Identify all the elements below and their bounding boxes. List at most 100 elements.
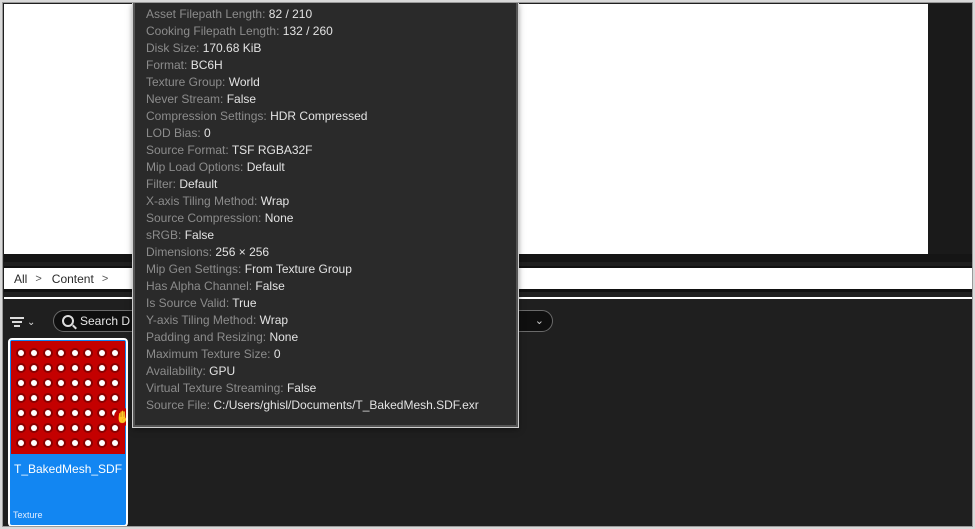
tooltip-row-key: Mip Gen Settings: (146, 262, 242, 276)
thumbnail-glyph (85, 349, 92, 356)
tooltip-row-value: False (184, 228, 215, 242)
tooltip-row-key: Maximum Texture Size: (146, 347, 271, 361)
thumbnail-glyph (31, 440, 38, 447)
thumbnail-glyph (112, 364, 119, 371)
chevron-down-icon[interactable]: ⌄ (535, 314, 544, 327)
thumbnail-glyph (71, 440, 78, 447)
tooltip-row-key: Dimensions: (146, 245, 213, 259)
thumbnail-glyph (98, 379, 105, 386)
tooltip-row-value: True (232, 296, 257, 310)
tooltip-row: Mip Gen Settings: From Texture Group (146, 261, 479, 278)
tooltip-row-key: Texture Group: (146, 75, 226, 89)
thumbnail-glyph (44, 379, 51, 386)
tooltip-row-key: Cooking Filepath Length: (146, 24, 280, 38)
tooltip-row: Disk Size: 170.68 KiB (146, 40, 479, 57)
tooltip-row-value: 170.68 KiB (202, 41, 262, 55)
asset-name: T_BakedMesh_SDF (14, 462, 123, 476)
thumbnail-glyph (31, 410, 38, 417)
tooltip-row-key: Is Source Valid: (146, 296, 230, 310)
tooltip-row-key: Virtual Texture Streaming: (146, 381, 284, 395)
tooltip-row-value: 82 / 210 (268, 7, 313, 21)
thumbnail-glyph (85, 364, 92, 371)
tooltip-property-list: Asset Filepath Length: 82 / 210 Cooking F… (146, 6, 479, 414)
tooltip-row-value: HDR Compressed (270, 109, 368, 123)
tooltip-row-key: Compression Settings: (146, 109, 267, 123)
thumbnail-glyph (17, 364, 24, 371)
search-placeholder: Search D (80, 314, 131, 328)
asset-tile[interactable]: ✋ T_BakedMesh_SDF Texture (8, 338, 128, 526)
thumbnail-glyph (17, 394, 24, 401)
thumbnail-glyph (44, 349, 51, 356)
thumbnail-glyph (98, 394, 105, 401)
tooltip-row-value: 0 (204, 126, 211, 140)
tooltip-row: Cooking Filepath Length: 132 / 260 (146, 23, 479, 40)
tooltip-row-key: LOD Bias: (146, 126, 201, 140)
thumbnail-glyph (112, 349, 119, 356)
tooltip-row: Source Format: TSF RGBA32F (146, 142, 479, 159)
tooltip-row-value: None (264, 211, 294, 225)
tooltip-row: Asset Filepath Length: 82 / 210 (146, 6, 479, 23)
tooltip-row: Format: BC6H (146, 57, 479, 74)
tooltip-row-key: Format: (146, 58, 188, 72)
thumbnail-glyph (58, 440, 65, 447)
tooltip-row-key: Source File: (146, 398, 211, 412)
tooltip-row: sRGB: False (146, 227, 479, 244)
tooltip-row-key: Never Stream: (146, 92, 224, 106)
tooltip-row-key: Source Compression: (146, 211, 262, 225)
tooltip-row-value: False (226, 92, 257, 106)
thumbnail-glyph (44, 440, 51, 447)
tooltip-row: Filter: Default (146, 176, 479, 193)
tooltip-row-value: GPU (209, 364, 236, 378)
breadcrumb-item-content[interactable]: Content (52, 272, 94, 286)
tooltip-row-key: Y-axis Tiling Method: (146, 313, 257, 327)
tooltip-row: Is Source Valid: True (146, 295, 479, 312)
thumbnail-glyph (71, 394, 78, 401)
filter-button[interactable]: ⌄ (10, 313, 44, 331)
tooltip-row-key: Asset Filepath Length: (146, 7, 266, 21)
thumbnail-glyph (17, 349, 24, 356)
thumbnail-glyph (112, 379, 119, 386)
thumbnail-glyph (71, 425, 78, 432)
tooltip-row-key: Padding and Resizing: (146, 330, 267, 344)
thumbnail-glyph (44, 425, 51, 432)
tooltip-row-key: Filter: (146, 177, 176, 191)
thumbnail-glyph (98, 440, 105, 447)
tooltip-row-key: Source Format: (146, 143, 229, 157)
thumbnail-glyph (71, 349, 78, 356)
thumbnail-glyph (112, 425, 119, 432)
tooltip-row-value: 0 (273, 347, 281, 361)
thumbnail-glyph (85, 379, 92, 386)
thumbnail-glyph (31, 394, 38, 401)
tooltip-row: X-axis Tiling Method: Wrap (146, 193, 479, 210)
thumbnail-glyph (31, 364, 38, 371)
thumbnail-glyph (58, 364, 65, 371)
tooltip-row: Source Compression: None (146, 210, 479, 227)
tooltip-row-value: Wrap (259, 313, 289, 327)
tooltip-row-key: Disk Size: (146, 41, 200, 55)
thumbnail-glyph (58, 349, 65, 356)
tooltip-row: Never Stream: False (146, 91, 479, 108)
thumbnail-glyph (98, 425, 105, 432)
thumbnail-glyph (58, 425, 65, 432)
tooltip-row: Virtual Texture Streaming: False (146, 380, 479, 397)
thumbnail-glyph (112, 394, 119, 401)
tooltip-row: Dimensions: 256 × 256 (146, 244, 479, 261)
tooltip-row-value: 256 × 256 (215, 245, 270, 259)
tooltip-row-value: Default (246, 160, 285, 174)
tooltip-row-value: World (228, 75, 260, 89)
tooltip-row-value: 132 / 260 (282, 24, 333, 38)
tooltip-row: Texture Group: World (146, 74, 479, 91)
tooltip-row: Source File: C:/Users/ghisl/Documents/T_… (146, 397, 479, 414)
thumbnail-glyph (85, 410, 92, 417)
breadcrumb-item-all[interactable]: All (14, 272, 27, 286)
tooltip-row-value: False (286, 381, 317, 395)
chevron-right-icon: > (35, 272, 42, 285)
chevron-down-icon: ⌄ (27, 316, 36, 328)
asset-thumbnail (11, 341, 125, 454)
thumbnail-glyph (17, 379, 24, 386)
thumbnail-glyph (85, 394, 92, 401)
tooltip-row-key: sRGB: (146, 228, 182, 242)
viewport-side-panel (928, 4, 971, 254)
tooltip-row-key: Mip Load Options: (146, 160, 244, 174)
thumbnail-glyph (71, 410, 78, 417)
